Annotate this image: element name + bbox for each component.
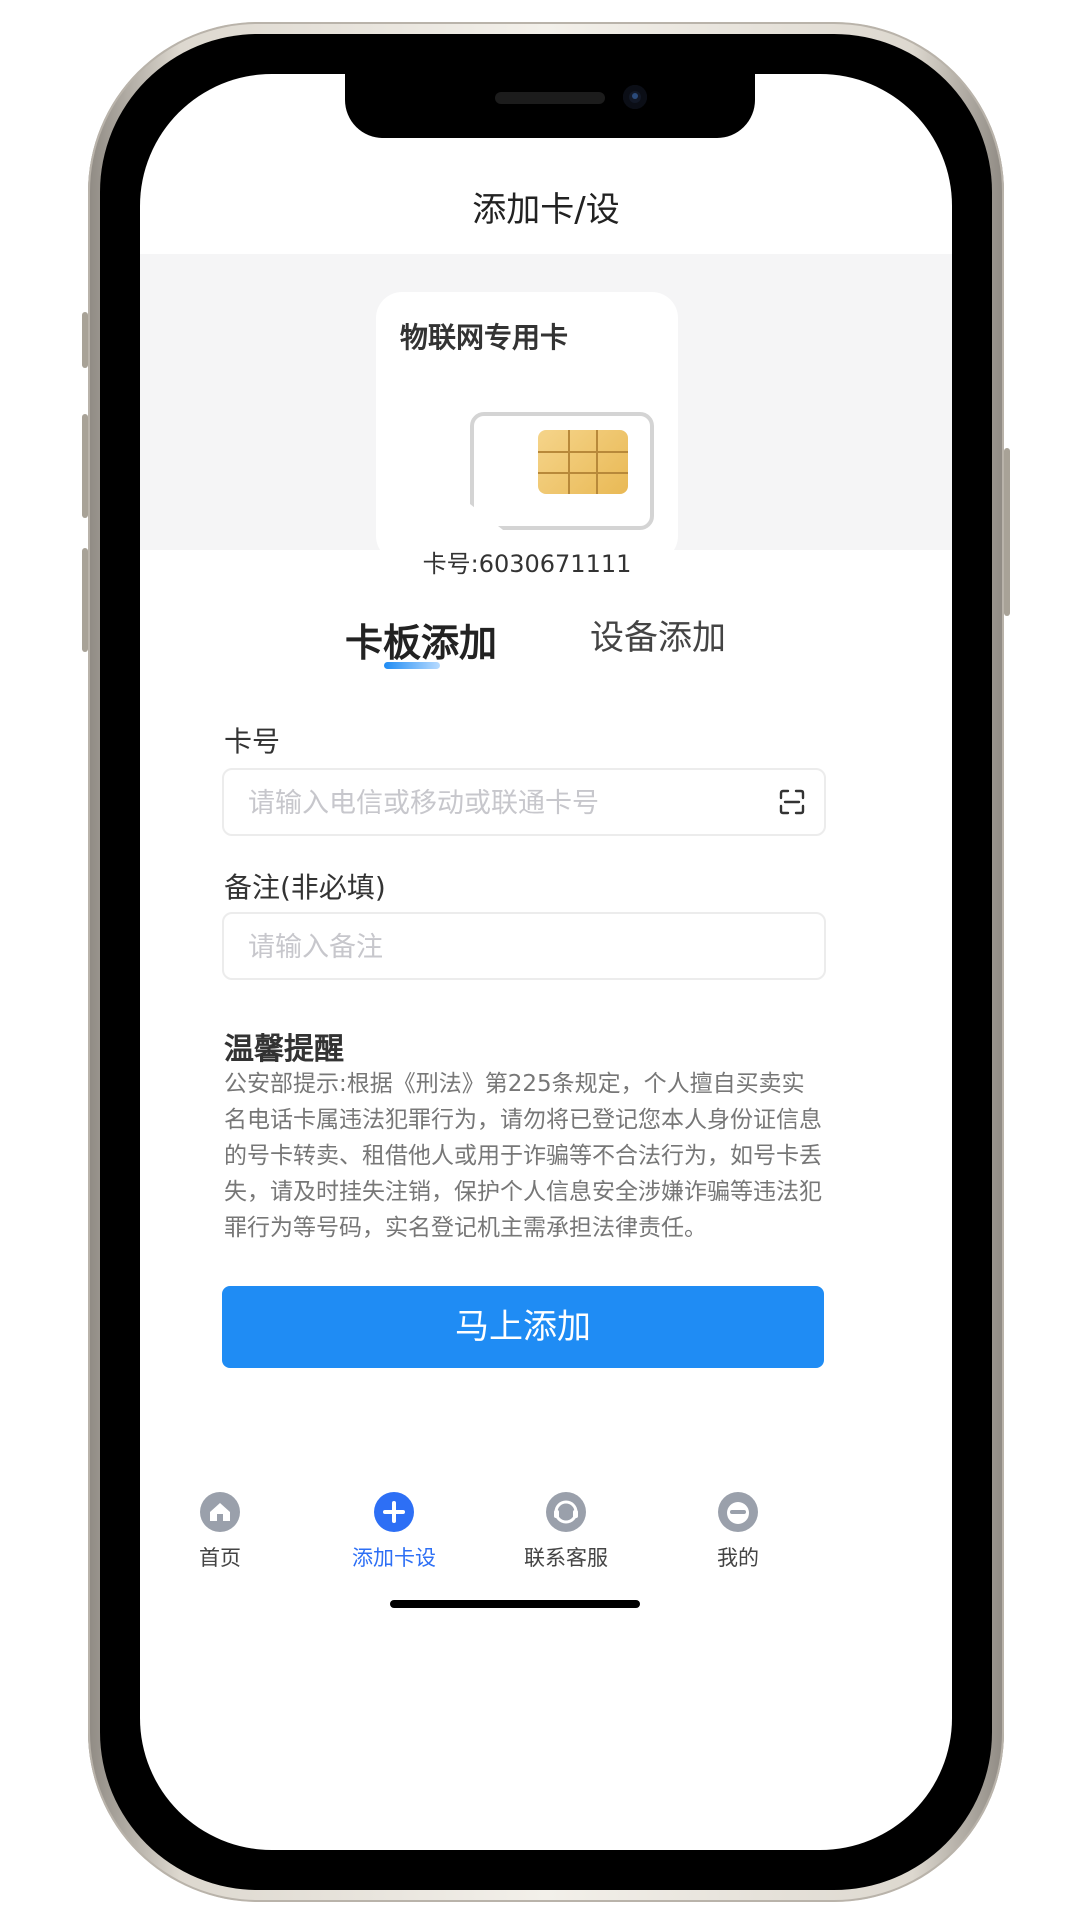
volume-down-button	[82, 548, 88, 652]
add-now-button[interactable]: 马上添加	[222, 1286, 824, 1368]
sim-card-title: 物联网专用卡	[400, 321, 569, 354]
tabbar-item-customer-service[interactable]: 联系客服	[506, 1492, 626, 1572]
tabbar-label-profile: 我的	[717, 1546, 759, 1570]
add-mode-tabs: 卡板添加 设备添加	[140, 606, 952, 676]
notch	[345, 74, 755, 138]
customer-service-icon	[546, 1492, 586, 1532]
home-icon	[200, 1492, 240, 1532]
tabbar-label-home: 首页	[199, 1546, 241, 1570]
active-tab-indicator	[384, 662, 440, 669]
tabbar-item-add-card[interactable]: 添加卡设	[334, 1492, 454, 1572]
power-button	[1004, 448, 1010, 616]
home-indicator	[390, 1600, 640, 1608]
scan-icon[interactable]	[778, 788, 806, 816]
card-number-field-box	[222, 768, 826, 836]
sim-card-preview: 物联网专用卡 卡号:6030671111	[376, 292, 678, 578]
volume-up-button	[82, 414, 88, 518]
remark-input[interactable]	[246, 914, 770, 980]
sim-chip-icon	[538, 430, 628, 494]
remark-label: 备注(非必填)	[224, 871, 386, 904]
screen: 添加卡/设 物联网专用卡 卡号:6030671111 卡板添加 设备添加 卡号 …	[140, 74, 952, 1850]
notice-text: 公安部提示:根据《刑法》第225条规定，个人擅自买卖实名电话卡属违法犯罪行为，请…	[224, 1071, 822, 1241]
notice-title: 温馨提醒	[224, 1032, 344, 1067]
phone-bezel: 添加卡/设 物联网专用卡 卡号:6030671111 卡板添加 设备添加 卡号 …	[100, 34, 992, 1890]
tab-card-add[interactable]: 卡板添加	[345, 612, 497, 667]
tabbar-label-customer-service: 联系客服	[524, 1546, 608, 1570]
speaker	[495, 92, 605, 104]
tabbar-item-profile[interactable]: 我的	[678, 1492, 798, 1572]
profile-icon	[718, 1492, 758, 1532]
card-preview-area: 物联网专用卡 卡号:6030671111	[140, 254, 952, 578]
card-number-label: 卡号	[224, 725, 281, 758]
tabbar-item-home[interactable]: 首页	[160, 1492, 280, 1572]
phone-frame: 添加卡/设 物联网专用卡 卡号:6030671111 卡板添加 设备添加 卡号 …	[82, 22, 1010, 1902]
tabbar-label-add-card: 添加卡设	[352, 1546, 436, 1570]
sim-card-number: 卡号:6030671111	[422, 550, 632, 578]
bottom-tab-bar: 首页 添加卡设 联系客服 我的	[140, 1492, 952, 1592]
tab-device-add[interactable]: 设备添加	[590, 610, 726, 659]
mute-switch	[82, 312, 88, 368]
front-camera	[623, 85, 647, 109]
page-title: 添加卡/设	[472, 190, 620, 230]
add-icon	[374, 1492, 414, 1532]
card-number-input[interactable]	[246, 770, 770, 836]
remark-field-box	[222, 912, 826, 980]
